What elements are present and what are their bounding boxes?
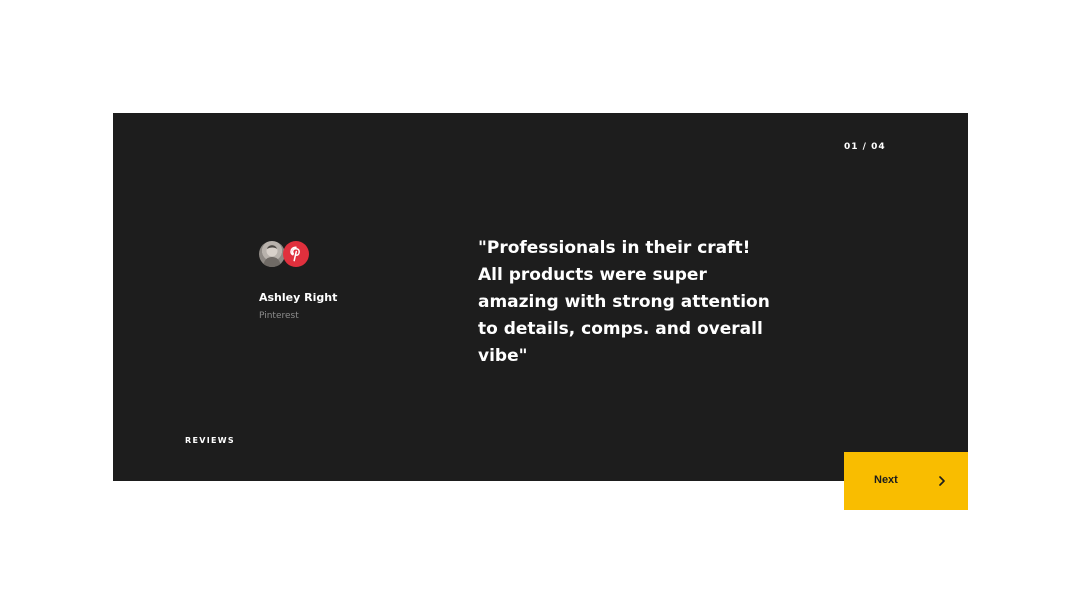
author-company: Pinterest [259, 311, 299, 321]
avatar [259, 241, 285, 267]
testimonials-panel: 01 / 04 Ashley Right Pinterest "Professi… [113, 113, 968, 481]
testimonial-quote: "Professionals in their craft! All produ… [478, 238, 770, 366]
next-button[interactable]: Next [844, 452, 968, 510]
page: 01 / 04 Ashley Right Pinterest "Professi… [0, 0, 1080, 593]
person-icon [263, 245, 281, 267]
pinterest-icon [290, 246, 300, 262]
author-avatars [259, 241, 311, 269]
section-label: REVIEWS [185, 436, 235, 445]
author-name: Ashley Right [259, 291, 338, 304]
slide-counter: 01 / 04 [844, 142, 886, 152]
pinterest-badge [283, 241, 309, 267]
chevron-right-icon [939, 476, 945, 486]
next-label: Next [874, 474, 898, 486]
